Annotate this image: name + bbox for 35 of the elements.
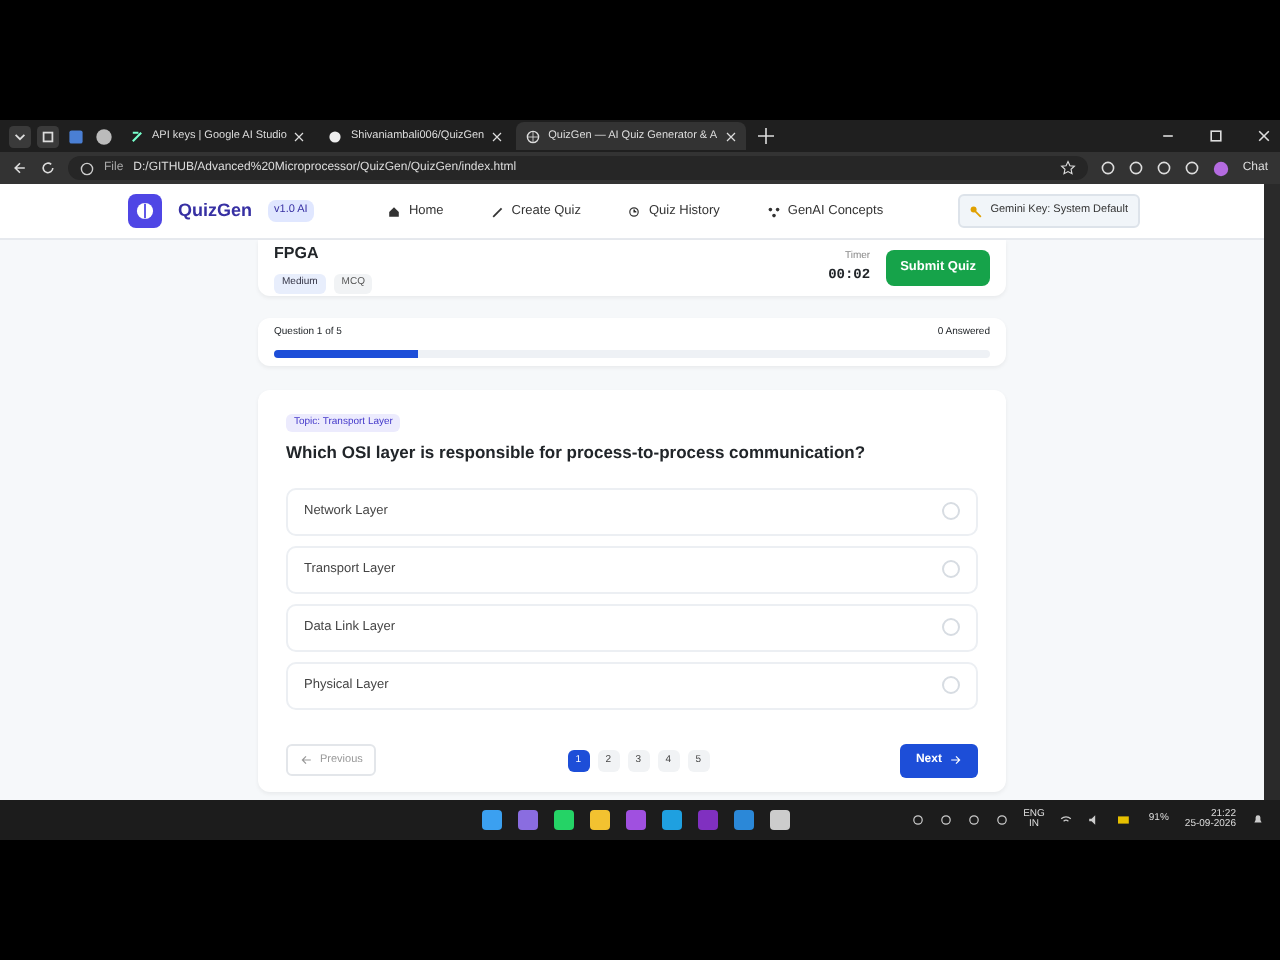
radio-button[interactable] [942,618,960,637]
copilot-icon[interactable] [1212,159,1231,177]
logo-icon [128,194,162,228]
wand-icon [491,205,504,217]
maximize-icon[interactable] [1208,128,1224,144]
arrow-right-icon [949,754,962,767]
wifi-icon[interactable] [1060,814,1073,826]
network-icon [767,205,780,217]
radio-button[interactable] [942,676,960,695]
battery-icon[interactable] [1116,814,1133,826]
history-icon [628,205,641,217]
workspaces-icon[interactable] [36,125,60,147]
back-icon[interactable] [12,160,28,176]
question-text: Which OSI layer is responsible for process-to-process communication? [286,440,868,466]
close-icon[interactable] [492,131,503,141]
star-icon[interactable] [1060,160,1077,176]
new-tab-icon[interactable] [757,128,773,144]
pinned-tab-icon[interactable] [64,125,88,147]
brand-name[interactable]: QuizGen [178,197,253,225]
close-icon[interactable] [294,131,305,141]
radio-button[interactable] [942,560,960,579]
close-icon[interactable] [725,131,735,141]
quiz-title: FPGA [274,242,321,267]
notification-icon[interactable] [1252,814,1264,826]
info-icon [80,161,94,175]
arrow-left-icon [300,754,312,767]
close-icon[interactable] [1256,128,1272,144]
pinned-tab-icon[interactable] [92,125,116,147]
tab-menu-icon[interactable] [8,125,32,147]
refresh-icon[interactable] [40,160,56,176]
key-icon [970,205,983,217]
radio-button[interactable] [942,502,960,521]
home-icon [388,205,401,217]
speaker-icon[interactable] [1088,814,1101,826]
globe-icon [526,129,541,143]
